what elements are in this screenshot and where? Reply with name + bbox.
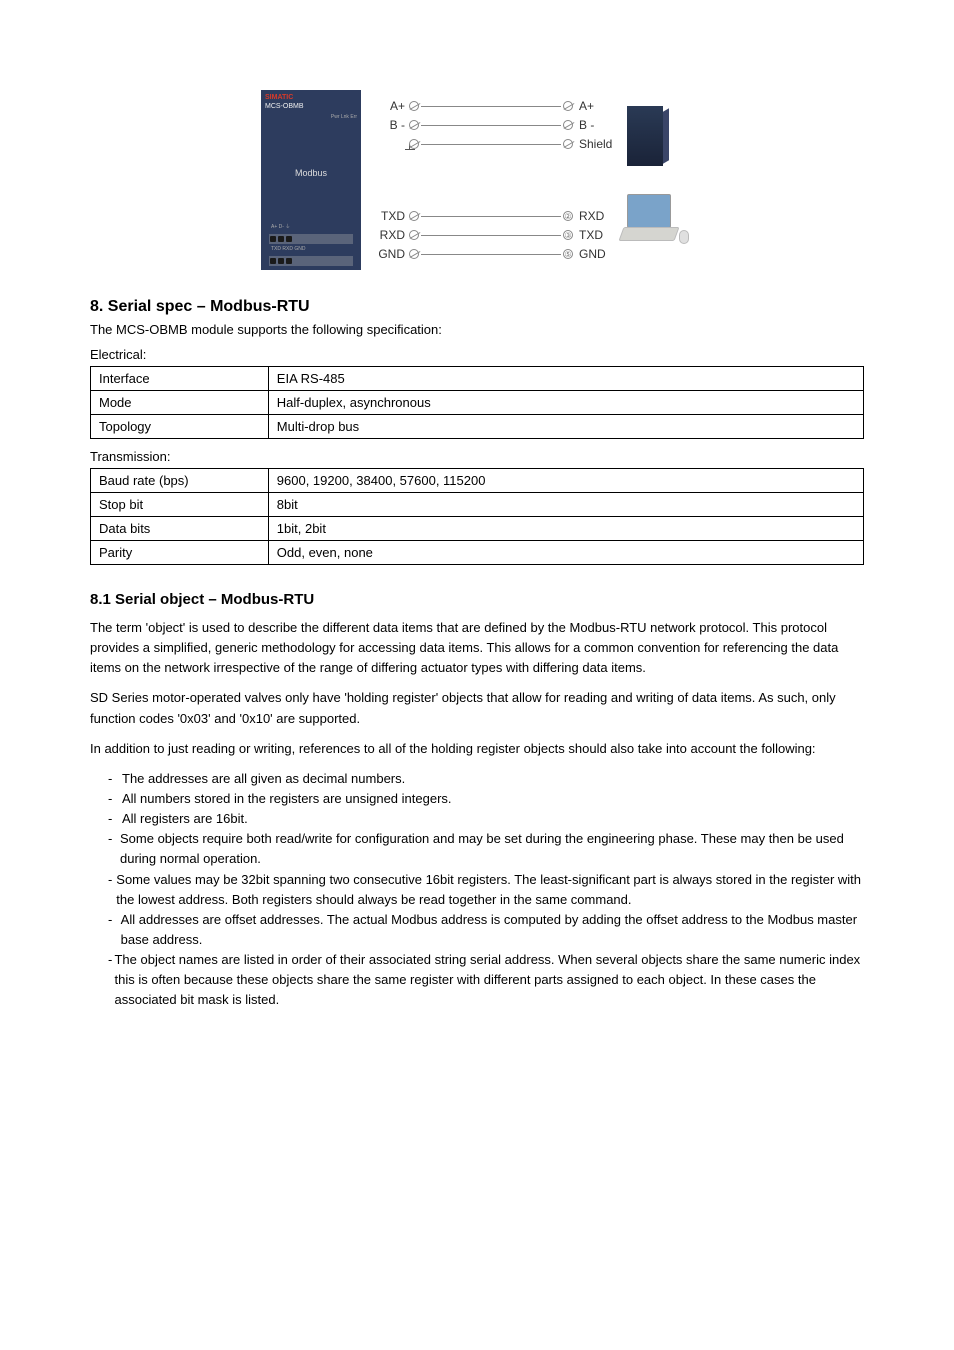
module-terminal-labels: A+ D- ⏚ — [263, 223, 359, 232]
module-brand: SIMATIC — [265, 94, 357, 101]
table-cell: Topology — [91, 415, 269, 439]
table-row: Interface EIA RS-485 — [91, 367, 864, 391]
terminal-circle-icon — [409, 211, 419, 221]
wiring-bottom-group: TXD ② RXD RXD ③ TXD — [373, 208, 621, 262]
plc-icon — [627, 106, 663, 166]
electrical-heading: Electrical: — [90, 347, 864, 362]
table-cell: Multi-drop bus — [268, 415, 863, 439]
table-cell: EIA RS-485 — [268, 367, 863, 391]
list-item: -All addresses are offset addresses. The… — [108, 910, 864, 950]
list-item: -Some values may be 32bit spanning two c… — [108, 870, 864, 910]
table-row: Baud rate (bps) 9600, 19200, 38400, 5760… — [91, 469, 864, 493]
wire-rxd: RXD ③ TXD — [373, 227, 621, 243]
pin-number-icon: ③ — [563, 230, 573, 240]
terminal-circle-icon — [409, 139, 419, 149]
table-row: Data bits 1bit, 2bit — [91, 517, 864, 541]
table-row: Parity Odd, even, none — [91, 541, 864, 565]
terminal-circle-icon — [563, 120, 573, 130]
wiring-top-group: A+ A+ B - B - — [373, 98, 621, 152]
module-box: SIMATIC MCS-OBMB Pwr Lnk Err Modbus A+ D… — [261, 90, 361, 270]
table-cell: Odd, even, none — [268, 541, 863, 565]
terminal-circle-icon — [563, 101, 573, 111]
module-model: MCS-OBMB — [265, 103, 357, 110]
terminal-circle-icon — [563, 139, 573, 149]
table-cell: Parity — [91, 541, 269, 565]
table-row: Topology Multi-drop bus — [91, 415, 864, 439]
wire-a-plus: A+ A+ — [373, 98, 621, 114]
terminal-circle-icon — [409, 249, 419, 259]
table-cell: Baud rate (bps) — [91, 469, 269, 493]
pin-number-icon: ② — [563, 211, 573, 221]
section-8-title: 8. Serial spec – Modbus-RTU — [90, 298, 864, 316]
wire-shield: Shield — [373, 136, 621, 152]
table-cell: Stop bit — [91, 493, 269, 517]
laptop-icon — [627, 194, 687, 254]
module-terminals: A+ D- ⏚ TXD RXD GND — [261, 221, 361, 270]
para-object-intro: The term 'object' is used to describe th… — [90, 618, 864, 678]
terminal-circle-icon — [409, 120, 419, 130]
module-protocol-label: Modbus — [261, 124, 361, 221]
list-item: -The addresses are all given as decimal … — [108, 769, 864, 789]
list-item: -Some objects require both read/write fo… — [108, 829, 864, 869]
list-item: -The object names are listed in order of… — [108, 950, 864, 1010]
module-terminal-labels-2: TXD RXD GND — [263, 246, 359, 254]
list-item: -All numbers stored in the registers are… — [108, 789, 864, 809]
list-item: -All registers are 16bit. — [108, 809, 864, 829]
table-cell: Mode — [91, 391, 269, 415]
notice-list: -The addresses are all given as decimal … — [108, 769, 864, 1011]
table-cell: Interface — [91, 367, 269, 391]
table-cell: Data bits — [91, 517, 269, 541]
wire-b-minus: B - B - — [373, 117, 621, 133]
transmission-table: Baud rate (bps) 9600, 19200, 38400, 5760… — [90, 468, 864, 565]
table-cell: 8bit — [268, 493, 863, 517]
para-notice-intro: In addition to just reading or writing, … — [90, 739, 864, 759]
electrical-table: Interface EIA RS-485 Mode Half-duplex, a… — [90, 366, 864, 439]
terminal-circle-icon — [409, 101, 419, 111]
wiring-figure: SIMATIC MCS-OBMB Pwr Lnk Err Modbus A+ D… — [90, 90, 864, 270]
module-leds: Pwr Lnk Err — [265, 114, 357, 120]
table-row: Mode Half-duplex, asynchronous — [91, 391, 864, 415]
table-row: Stop bit 8bit — [91, 493, 864, 517]
section-8-lead: The MCS-OBMB module supports the followi… — [90, 322, 864, 337]
pin-number-icon: ⑤ — [563, 249, 573, 259]
transmission-heading: Transmission: — [90, 449, 864, 464]
wire-txd: TXD ② RXD — [373, 208, 621, 224]
mouse-icon — [679, 230, 689, 244]
terminal-circle-icon — [409, 230, 419, 240]
table-cell: 1bit, 2bit — [268, 517, 863, 541]
para-holding-register: SD Series motor-operated valves only hav… — [90, 688, 864, 728]
section-8-1-title: 8.1 Serial object – Modbus-RTU — [90, 591, 864, 608]
wire-gnd: GND ⑤ GND — [373, 246, 621, 262]
table-cell: 9600, 19200, 38400, 57600, 115200 — [268, 469, 863, 493]
table-cell: Half-duplex, asynchronous — [268, 391, 863, 415]
